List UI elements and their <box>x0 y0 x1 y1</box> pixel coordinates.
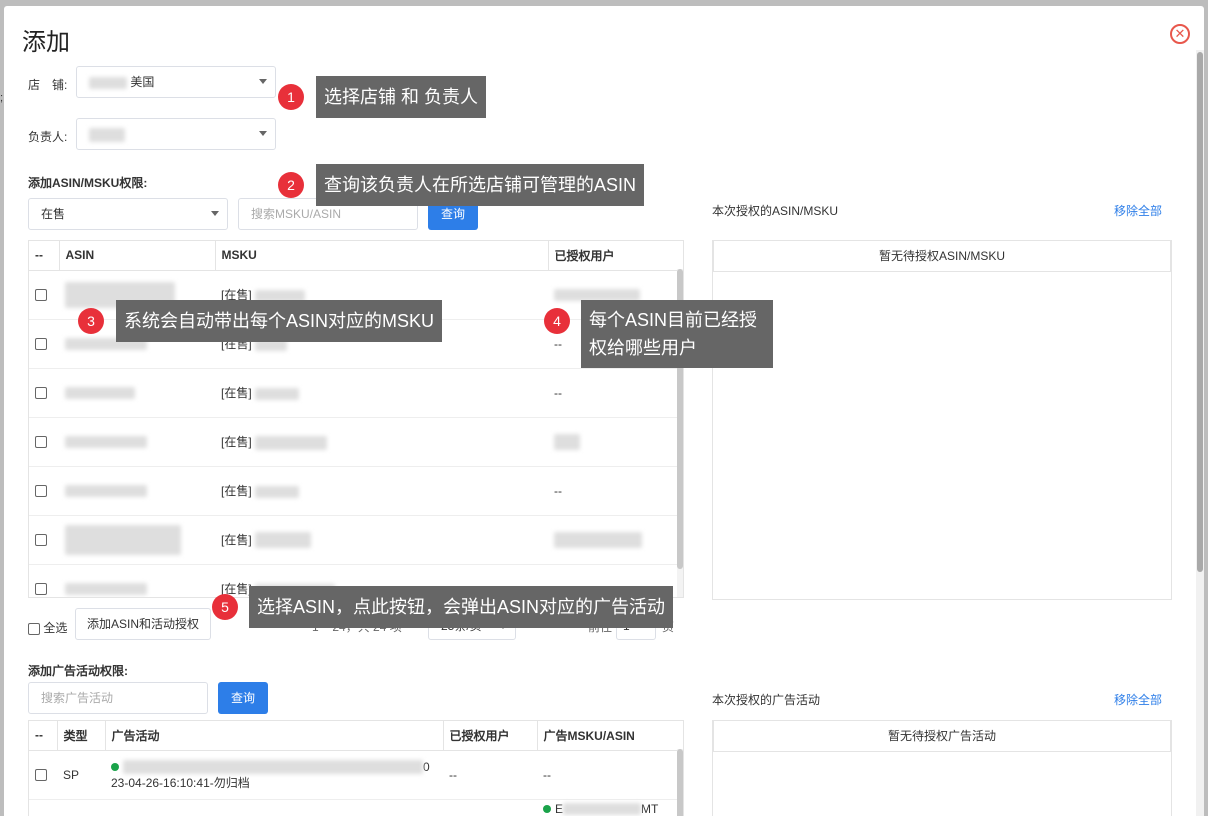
dialog-title: 添加 <box>22 29 70 56</box>
col-msku: MSKU <box>215 241 549 271</box>
table-row[interactable]: SP 0 23-04-26-16:10:41-勿归档 -- -- <box>29 750 683 800</box>
msku-status: [在售] <box>221 532 252 547</box>
callout-2: 查询该负责人在所选店铺可管理的ASIN <box>316 164 645 206</box>
chevron-down-icon <box>211 211 219 216</box>
chevron-down-icon <box>259 131 267 136</box>
asin-right-title: 本次授权的ASIN/MSKU <box>712 204 839 218</box>
callout-1: 选择店铺 和 负责人 <box>316 76 487 118</box>
col-campaign: 广告活动 <box>105 721 444 751</box>
ad-authorized-panel: 暂无待授权广告活动 <box>712 720 1172 816</box>
campaign-table: -- 类型 广告活动 已授权用户 广告MSKU/ASIN SP 0 23-04-… <box>28 720 684 816</box>
col-asin: ASIN <box>59 241 216 271</box>
row-checkbox[interactable] <box>35 534 47 547</box>
ad-right-title: 本次授权的广告活动 <box>712 693 821 707</box>
select-all-label: 全选 <box>43 621 68 635</box>
shop-select-value: 美国 <box>130 75 155 89</box>
redacted-owner-name <box>89 127 125 142</box>
table-row[interactable]: [在售] -- <box>29 466 683 516</box>
owner-select[interactable] <box>76 118 276 150</box>
msku-status: [在售] <box>221 484 252 498</box>
status-dot-icon <box>543 805 551 814</box>
ad-msku-cell: -- <box>537 750 683 800</box>
background-fragment: ; <box>0 92 4 104</box>
owner-label: 负责人: <box>28 130 68 144</box>
redacted-msku <box>255 387 300 400</box>
select-all-checkbox[interactable] <box>28 622 40 635</box>
authorized-users-cell: -- <box>443 750 537 800</box>
table-row[interactable]: [在售] <box>29 417 683 467</box>
shop-select[interactable]: 美国 <box>76 66 276 98</box>
row-checkbox[interactable] <box>35 387 47 400</box>
table-row[interactable]: E MT <box>29 799 683 816</box>
table-row[interactable]: [在售] <box>29 515 683 565</box>
campaign-type: SP <box>57 750 105 800</box>
dialog-scrollbar-thumb[interactable] <box>1197 52 1203 572</box>
redacted-asin <box>65 485 147 498</box>
redacted-shop-name <box>89 76 127 89</box>
asin-authorized-empty-text: 暂无待授权ASIN/MSKU <box>713 241 1171 272</box>
add-dialog: 添加 ✕ 店 铺: 美国 负责人: 添加ASIN/MSKU权限: 在售 搜索MS… <box>4 6 1204 816</box>
status-dot-icon <box>111 763 119 772</box>
row-checkbox[interactable] <box>35 485 47 498</box>
asin-remove-all-link[interactable]: 移除全部 <box>1114 202 1162 219</box>
redacted-msku <box>255 435 328 450</box>
callout-badge-2: 2 <box>278 172 304 198</box>
redacted-msku <box>255 485 300 498</box>
redacted-users <box>554 433 580 450</box>
redacted-msku <box>563 803 642 816</box>
redacted-msku <box>255 532 312 549</box>
redacted-asin <box>65 583 147 596</box>
callout-badge-4: 4 <box>544 308 570 334</box>
ad-remove-all-link[interactable]: 移除全部 <box>1114 691 1162 708</box>
callout-3: 系统会自动带出每个ASIN对应的MSKU <box>116 300 443 342</box>
callout-5: 选择ASIN，点此按钮，会弹出ASIN对应的广告活动 <box>249 586 674 628</box>
campaign-search-input[interactable]: 搜索广告活动 <box>28 682 208 714</box>
row-checkbox[interactable] <box>35 583 47 596</box>
redacted-users <box>554 531 642 548</box>
ad-section-title: 添加广告活动权限: <box>28 664 128 678</box>
status-select-value: 在售 <box>41 207 66 221</box>
chevron-down-icon <box>259 79 267 84</box>
row-checkbox[interactable] <box>35 289 47 302</box>
redacted-campaign-name <box>123 760 423 775</box>
col-authorized-users: 已授权用户 <box>548 241 683 271</box>
authorized-users-cell: -- <box>548 368 683 418</box>
campaign-date: 23-04-26-16:10:41-勿归档 <box>111 775 250 790</box>
col-ad-msku-asin: 广告MSKU/ASIN <box>537 721 683 751</box>
callout-4: 每个ASIN目前已经授权给哪些用户 <box>581 300 773 368</box>
campaign-query-button[interactable]: 查询 <box>218 682 268 714</box>
table-scrollbar-thumb[interactable] <box>677 749 683 816</box>
asin-section-title: 添加ASIN/MSKU权限: <box>28 176 148 190</box>
msku-status: [在售] <box>221 386 252 400</box>
row-checkbox[interactable] <box>35 338 47 351</box>
col-authorized-users: 已授权用户 <box>443 721 538 751</box>
add-asin-and-campaign-button[interactable]: 添加ASIN和活动授权 <box>75 608 211 640</box>
msku-status: [在售] <box>221 435 252 449</box>
asin-authorized-panel: 暂无待授权ASIN/MSKU <box>712 240 1172 600</box>
col-select: -- <box>29 241 60 271</box>
callout-badge-1: 1 <box>278 84 304 110</box>
select-all[interactable]: 全选 <box>28 619 67 636</box>
row-checkbox[interactable] <box>35 769 47 782</box>
authorized-users-cell: -- <box>548 466 683 516</box>
asin-table: -- ASIN MSKU 已授权用户 [在售] [在售] -- [在售] -- … <box>28 240 684 598</box>
row-checkbox[interactable] <box>35 436 47 449</box>
shop-label: 店 铺: <box>28 78 68 92</box>
close-icon[interactable]: ✕ <box>1170 24 1190 44</box>
col-select: -- <box>29 721 58 751</box>
callout-badge-3: 3 <box>78 308 104 334</box>
redacted-asin <box>65 436 147 449</box>
table-row[interactable]: [在售] -- <box>29 368 683 418</box>
col-type: 类型 <box>57 721 106 751</box>
redacted-asin <box>65 387 135 400</box>
ad-authorized-empty-text: 暂无待授权广告活动 <box>713 721 1171 752</box>
redacted-asin <box>65 524 181 555</box>
callout-badge-5: 5 <box>212 594 238 620</box>
status-select[interactable]: 在售 <box>28 198 228 230</box>
